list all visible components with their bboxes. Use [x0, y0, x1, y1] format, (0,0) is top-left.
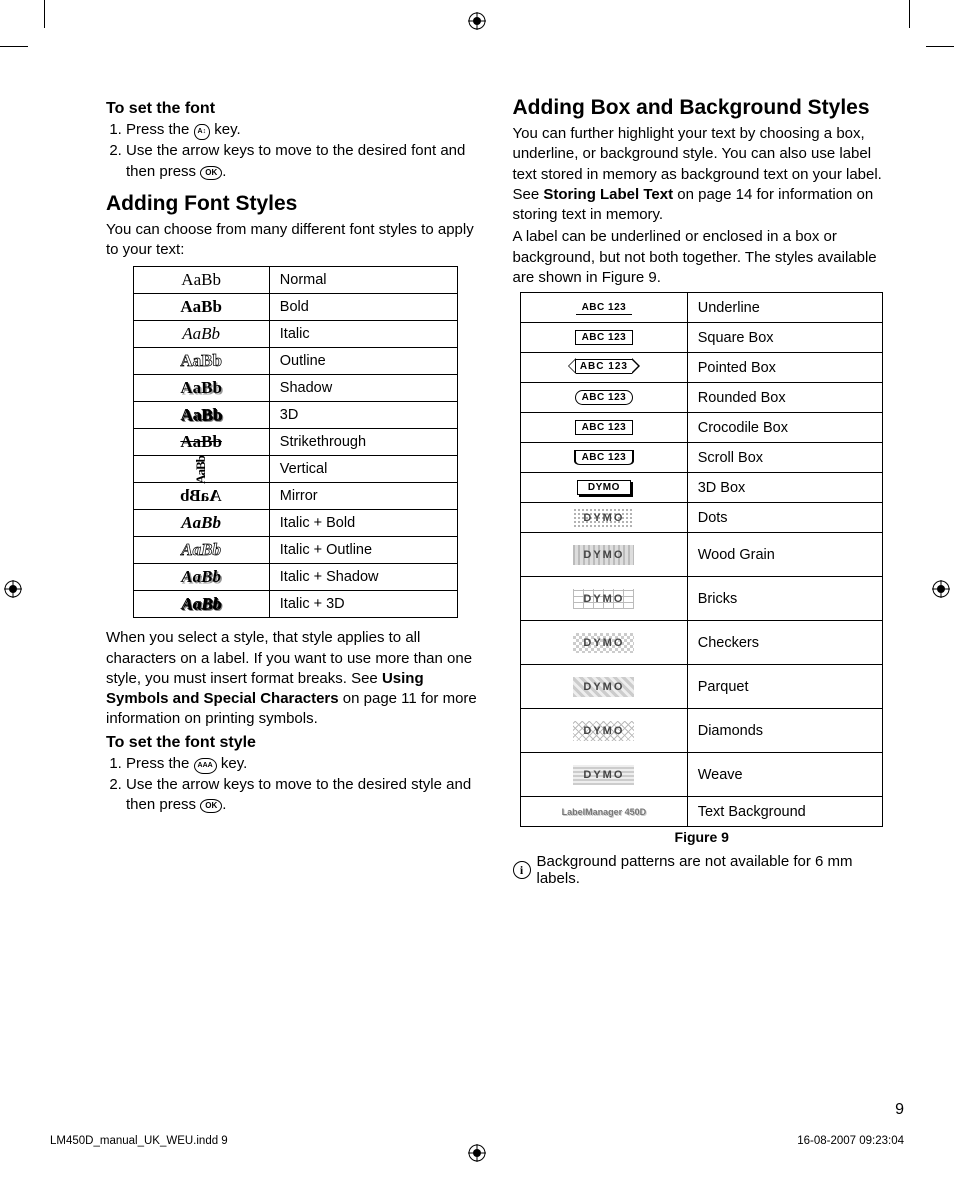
label-normal: Normal: [269, 267, 457, 294]
style-key-icon: AAA: [194, 758, 217, 774]
label-bold: Bold: [269, 294, 457, 321]
sample-vertical: AaBb: [133, 456, 269, 483]
sample-square: ABC 123: [521, 323, 688, 353]
set-style-steps: Press the AAA key. Use the arrow keys to…: [106, 754, 485, 816]
label-dots: Dots: [687, 503, 883, 533]
info-icon: i: [513, 861, 531, 879]
sample-weave: DYMO: [521, 753, 688, 797]
heading-box-styles: Adding Box and Background Styles: [513, 96, 892, 120]
sample-rounded: ABC 123: [521, 383, 688, 413]
sample-crocodile: ABC 123: [521, 413, 688, 443]
list-item: Use the arrow keys to move to the desire…: [126, 775, 485, 816]
left-column: To set the font Press the A↕ key. Use th…: [106, 96, 485, 887]
info-note: i Background patterns are not available …: [513, 853, 892, 887]
sample-normal: AaBb: [133, 267, 269, 294]
footer-filename: LM450D_manual_UK_WEU.indd 9: [50, 1135, 228, 1147]
heading-set-font-style: To set the font style: [106, 734, 485, 752]
label-checkers: Checkers: [687, 621, 883, 665]
font-styles-note: When you select a style, that style appl…: [106, 628, 485, 729]
ok-key-icon: OK: [200, 799, 222, 813]
sample-underline: ABC 123: [521, 293, 688, 323]
page-content: To set the font Press the A↕ key. Use th…: [106, 96, 891, 887]
box-intro-2: A label can be underlined or enclosed in…: [513, 227, 892, 288]
figure-caption: Figure 9: [513, 829, 892, 845]
sample-bricks: DYMO: [521, 577, 688, 621]
label-parquet: Parquet: [687, 665, 883, 709]
label-itshad: Italic + Shadow: [269, 564, 457, 591]
sample-checkers: DYMO: [521, 621, 688, 665]
sample-mirror: AaBb: [133, 483, 269, 510]
label-textbg: Text Background: [687, 797, 883, 827]
label-rounded: Rounded Box: [687, 383, 883, 413]
label-weave: Weave: [687, 753, 883, 797]
sample-itbold: AaBb: [133, 510, 269, 537]
sample-parquet: DYMO: [521, 665, 688, 709]
list-item: Press the AAA key.: [126, 754, 485, 774]
label-strike: Strikethrough: [269, 429, 457, 456]
sample-diamonds: DYMO: [521, 709, 688, 753]
label-scroll: Scroll Box: [687, 443, 883, 473]
label-itout: Italic + Outline: [269, 537, 457, 564]
label-outline: Outline: [269, 348, 457, 375]
font-key-icon: A↕: [194, 124, 211, 140]
label-underline: Underline: [687, 293, 883, 323]
sample-dots: DYMO: [521, 503, 688, 533]
crop-mark: [926, 46, 954, 47]
list-item: Use the arrow keys to move to the desire…: [126, 141, 485, 182]
sample-itshad: AaBb: [133, 564, 269, 591]
label-3d: 3D: [269, 402, 457, 429]
sample-pointed: ABC 123: [521, 353, 688, 383]
label-pointed: Pointed Box: [687, 353, 883, 383]
label-vertical: Vertical: [269, 456, 457, 483]
footer: LM450D_manual_UK_WEU.indd 9 16-08-2007 0…: [50, 1135, 904, 1147]
label-wood: Wood Grain: [687, 533, 883, 577]
sample-textbg: LabelManager 450D: [521, 797, 688, 827]
footer-timestamp: 16-08-2007 09:23:04: [797, 1135, 904, 1147]
list-item: Press the A↕ key.: [126, 120, 485, 140]
box-intro-1: You can further highlight your text by c…: [513, 124, 892, 225]
sample-wood: DYMO: [521, 533, 688, 577]
right-column: Adding Box and Background Styles You can…: [513, 96, 892, 887]
ok-key-icon: OK: [200, 166, 222, 180]
label-italic: Italic: [269, 321, 457, 348]
label-it3d: Italic + 3D: [269, 591, 457, 618]
sample-outline: AaBb: [133, 348, 269, 375]
crop-mark: [0, 46, 28, 47]
font-styles-table: AaBbNormal AaBbBold AaBbItalic AaBbOutli…: [133, 266, 459, 618]
box-styles-table: ABC 123Underline ABC 123Square Box ABC 1…: [520, 292, 883, 827]
registration-mark-icon: [932, 580, 950, 598]
sample-strike: AaBb: [133, 429, 269, 456]
registration-mark-icon: [468, 12, 486, 30]
label-3dbox: 3D Box: [687, 473, 883, 503]
label-bricks: Bricks: [687, 577, 883, 621]
registration-mark-icon: [4, 580, 22, 598]
label-diamonds: Diamonds: [687, 709, 883, 753]
crop-mark: [44, 0, 45, 28]
heading-adding-font-styles: Adding Font Styles: [106, 192, 485, 216]
heading-set-font: To set the font: [106, 100, 485, 118]
crop-mark: [909, 0, 910, 28]
label-shadow: Shadow: [269, 375, 457, 402]
label-mirror: Mirror: [269, 483, 457, 510]
sample-it3d: AaBb: [133, 591, 269, 618]
sample-bold: AaBb: [133, 294, 269, 321]
sample-3dbox: DYMO: [521, 473, 688, 503]
sample-scroll: ABC 123: [521, 443, 688, 473]
label-square: Square Box: [687, 323, 883, 353]
info-note-text: Background patterns are not available fo…: [537, 853, 892, 887]
label-itbold: Italic + Bold: [269, 510, 457, 537]
label-crocodile: Crocodile Box: [687, 413, 883, 443]
sample-italic: AaBb: [133, 321, 269, 348]
set-font-steps: Press the A↕ key. Use the arrow keys to …: [106, 120, 485, 182]
sample-3d: AaBb: [133, 402, 269, 429]
sample-shadow: AaBb: [133, 375, 269, 402]
page-number: 9: [895, 1101, 904, 1119]
sample-itout: AaBb: [133, 537, 269, 564]
font-styles-intro: You can choose from many different font …: [106, 220, 485, 261]
